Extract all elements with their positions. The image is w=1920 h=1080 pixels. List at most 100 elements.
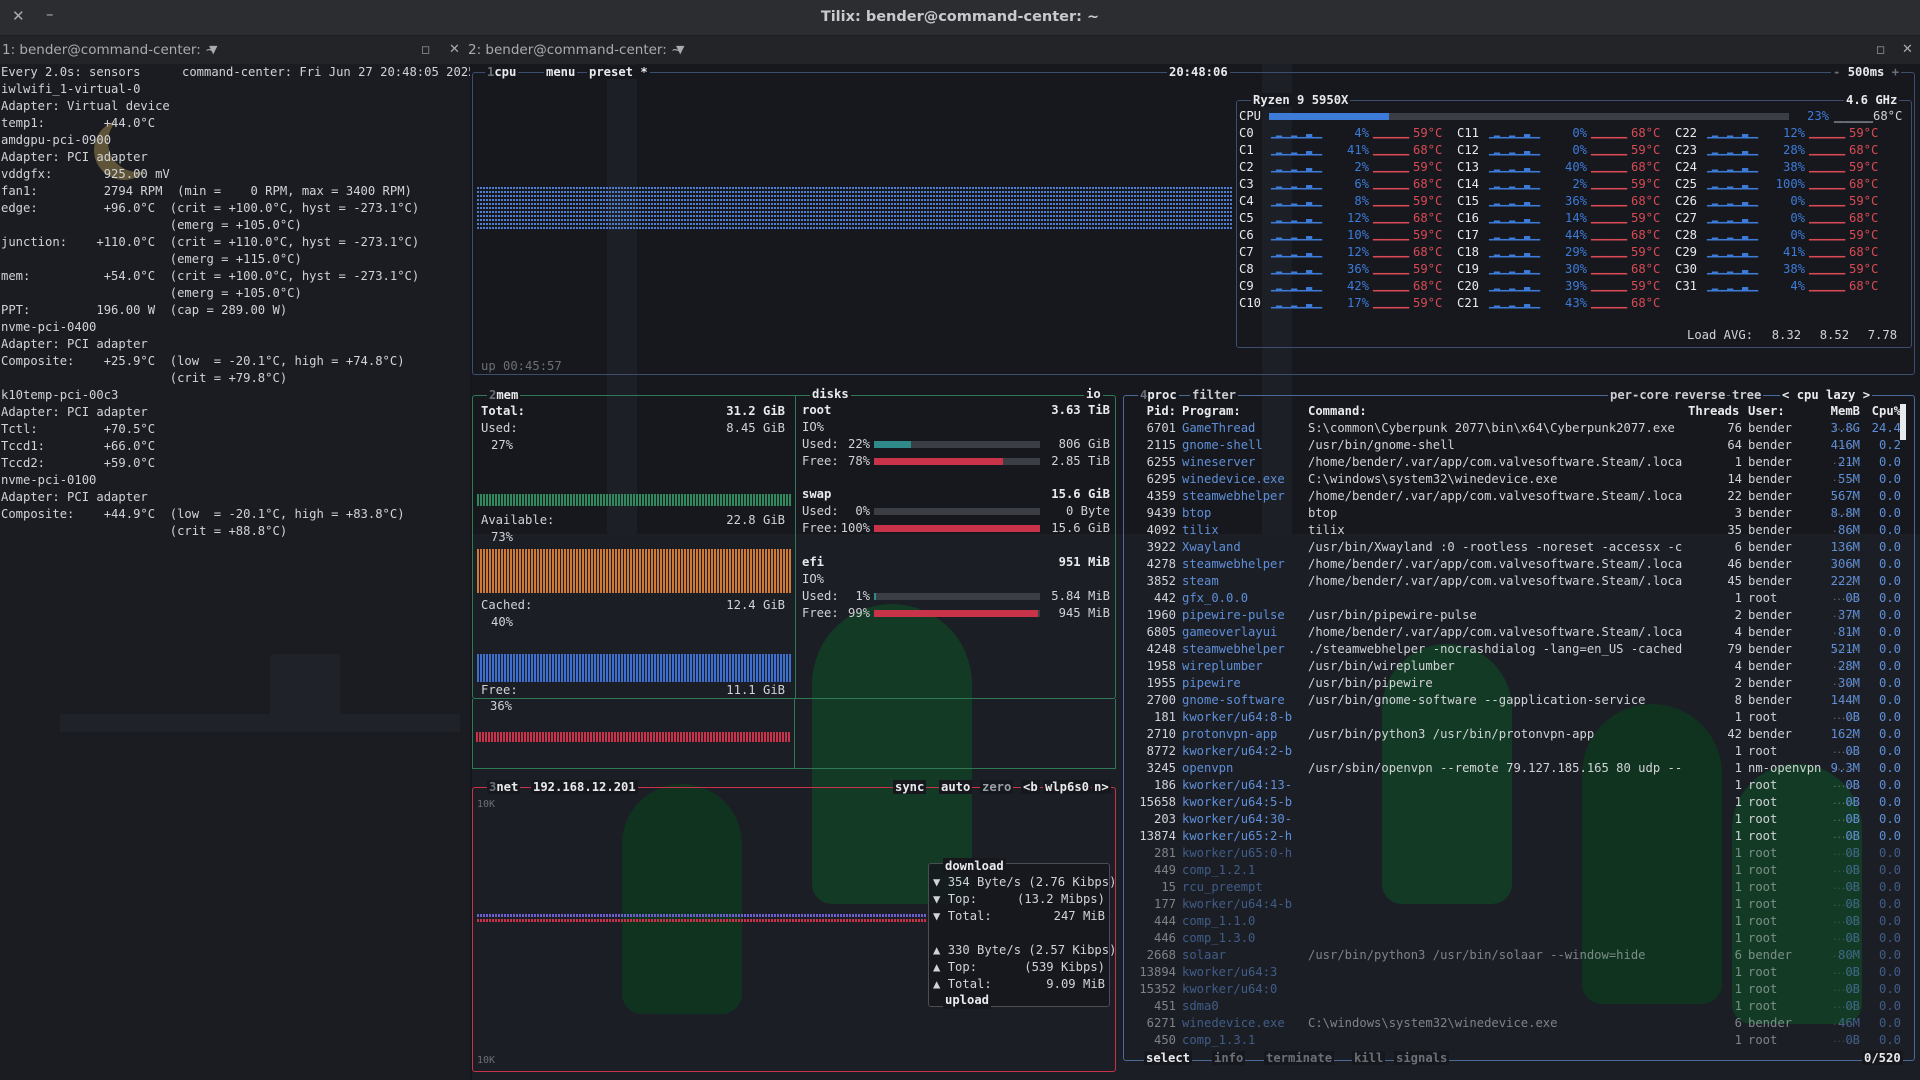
table-row[interactable]: 442 gfx_0.0.0 1 root 0B 0.0......: [1128, 590, 1901, 607]
column-header-cpu[interactable]: Cpu%: [1863, 403, 1901, 420]
chevron-down-icon[interactable]: ▼: [676, 43, 684, 56]
table-row[interactable]: 6295 winedevice.exe C:\windows\system32\wi…: [1128, 471, 1901, 488]
net-iface-prev[interactable]: <b: [1021, 780, 1040, 794]
terminal-pane-btop[interactable]: 1 cpu menu preset * 20:48:06 - 500ms + up…: [472, 64, 1920, 1080]
cell-cpu: 0.0: [1878, 625, 1901, 639]
cell-threads: 35: [1727, 523, 1742, 537]
cell-program: comp_1.1.0: [1182, 914, 1256, 928]
cell-cpu: 0.0: [1878, 710, 1901, 724]
table-row[interactable]: 3245 openvpn/usr/sbin/openvpn --remote 79…: [1128, 760, 1901, 777]
table-row[interactable]: 15352 kworker/u64:0 1 root 0B 0.0......: [1128, 981, 1901, 998]
table-row[interactable]: 13874 kworker/u65:2-hc 1 root 0B 0.0......: [1128, 828, 1901, 845]
maximize-icon[interactable]: ◻: [421, 43, 430, 56]
table-row[interactable]: 6271 winedevice.exe C:\windows\system32\wi…: [1128, 1015, 1901, 1032]
table-row[interactable]: 450 comp_1.3.1 1 root 0B 0.0......: [1128, 1032, 1901, 1049]
maximize-icon[interactable]: ◻: [1876, 43, 1885, 56]
info-button[interactable]: info: [1212, 1051, 1246, 1065]
proc-scrollbar-thumb[interactable]: [1900, 404, 1906, 440]
table-row[interactable]: 8772 kworker/u64:2-bt 1 root 0B 0.0......: [1128, 743, 1901, 760]
tab-2-label[interactable]: 2: bender@command-center: ~: [468, 42, 682, 58]
net-iface-next[interactable]: n>: [1092, 780, 1111, 794]
close-icon[interactable]: ✕: [1902, 42, 1913, 57]
cell-cpu: 0.0: [1878, 574, 1901, 588]
proc-filter-button[interactable]: filter: [1190, 388, 1239, 402]
sensor-line: Composite: +25.9°C (low = -20.1°C, high …: [1, 354, 405, 368]
sensor-line: edge: +96.0°C (crit = +100.0°C, hyst = -…: [1, 201, 420, 215]
close-icon[interactable]: ✕: [449, 42, 460, 57]
core-graph: ▁▂▁▁▂▁▁▃▁▁: [1271, 213, 1322, 224]
column-header-threads[interactable]: Threads:: [1688, 403, 1742, 420]
tab-1-label[interactable]: 1: bender@command-center: ~: [2, 42, 216, 58]
cpu-mini-graph: ......: [1832, 1035, 1859, 1045]
table-row[interactable]: 2115 gnome-shell/usr/bin/gnome-shell 64 ben…: [1128, 437, 1901, 454]
core-pct: 38%: [1782, 262, 1805, 276]
chevron-down-icon[interactable]: ▼: [209, 43, 217, 56]
column-header-program[interactable]: Program:: [1182, 403, 1292, 420]
table-row[interactable]: 2668 solaar/usr/bin/python3 /usr/bin/sola…: [1128, 947, 1901, 964]
table-row[interactable]: 2700 gnome-software/usr/bin/gnome-softwar…: [1128, 692, 1901, 709]
sort-selector[interactable]: < cpu lazy >: [1780, 388, 1873, 402]
table-row[interactable]: 9439 btop btop 3 bender 8.8M 0.0......: [1128, 505, 1901, 522]
table-row[interactable]: 13894 kworker/u64:3 1 root 0B 0.0......: [1128, 964, 1901, 981]
table-row[interactable]: 4092 tilix tilix 35 bender 86M 0.0......: [1128, 522, 1901, 539]
table-row[interactable]: 451 sdma0 1 root 0B 0.0......: [1128, 998, 1901, 1015]
cell-program: kworker/u64:8-bt: [1182, 710, 1292, 724]
table-row[interactable]: 4278 steamwebhelper/home/bender/.var/app/…: [1128, 556, 1901, 573]
net-auto-toggle[interactable]: auto: [939, 780, 973, 794]
interval-decrease[interactable]: -: [1833, 65, 1848, 79]
table-row[interactable]: 4248 steamwebhelper ./steamwebhelper -nocr…: [1128, 641, 1901, 658]
disk-free-label: Free:: [802, 606, 839, 620]
table-row[interactable]: 6255 wineserver/home/bender/.var/app/com.…: [1128, 454, 1901, 471]
mem-box-title: mem: [496, 388, 519, 402]
tree-toggle[interactable]: tree: [1730, 388, 1764, 402]
cell-command: /usr/bin/gnome-shell: [1308, 438, 1455, 452]
table-row[interactable]: 1955 pipewire/usr/bin/pipewire 2 bender 30M 0…: [1128, 675, 1901, 692]
table-row[interactable]: 1958 wireplumber/usr/bin/wireplumber 4 bend…: [1128, 658, 1901, 675]
table-row[interactable]: 281 kworker/u65:0-hc 1 root 0B 0.0......: [1128, 845, 1901, 862]
table-row[interactable]: 3852 steam/home/bender/.var/app/com.valve…: [1128, 573, 1901, 590]
table-row[interactable]: 181 kworker/u64:8-bt 1 root 0B 0.0......: [1128, 709, 1901, 726]
table-row[interactable]: 444 comp_1.1.0 1 root 0B 0.0......: [1128, 913, 1901, 930]
column-header-command[interactable]: Command:: [1308, 403, 1688, 420]
column-header-pid[interactable]: Pid:: [1128, 403, 1176, 420]
table-row[interactable]: 15658 kworker/u64:5-bt 1 root 0B 0.0......: [1128, 794, 1901, 811]
mem-box-edge: [472, 768, 1116, 769]
menu-button[interactable]: menu: [544, 65, 578, 79]
net-sync-toggle[interactable]: sync: [893, 780, 927, 794]
table-row[interactable]: 4359 steamwebhelper/home/bender/.var/app/…: [1128, 488, 1901, 505]
kill-button[interactable]: kill: [1352, 1051, 1386, 1065]
table-row[interactable]: 6701 GameThread S:\common\Cyberpunk 2077\b…: [1128, 420, 1901, 437]
table-row[interactable]: 2710 protonvpn-app/usr/bin/python3 /usr/b…: [1128, 726, 1901, 743]
column-header-mem[interactable]: MemB: [1808, 403, 1860, 420]
table-row[interactable]: 3922 Xwayland/usr/bin/Xwayland :0 -rootle…: [1128, 539, 1901, 556]
table-row[interactable]: 15 rcu_preempt 1 root 0B 0.0......: [1128, 879, 1901, 896]
interval-increase[interactable]: +: [1884, 65, 1899, 79]
table-row[interactable]: 449 comp_1.2.1 1 root 0B 0.0......: [1128, 862, 1901, 879]
per-core-toggle[interactable]: per-core: [1608, 388, 1671, 402]
signals-button[interactable]: signals: [1394, 1051, 1450, 1065]
table-row[interactable]: 177 kworker/u64:4-bt 1 root 0B 0.0......: [1128, 896, 1901, 913]
table-row[interactable]: 446 comp_1.3.0 1 root 0B 0.0......: [1128, 930, 1901, 947]
net-zero-toggle[interactable]: zero: [980, 780, 1014, 794]
reverse-toggle[interactable]: reverse: [1672, 388, 1728, 402]
cell-program: gameoverlayui: [1182, 625, 1278, 639]
cell-program: steam: [1182, 574, 1219, 588]
sort-prev-icon[interactable]: <: [1782, 388, 1797, 402]
download-top: (13.2 Mibps): [1016, 892, 1105, 906]
sort-next-icon[interactable]: >: [1855, 388, 1870, 402]
download-total: 247 MiB: [1053, 909, 1105, 923]
terminate-button[interactable]: terminate: [1264, 1051, 1335, 1065]
mem-used-value: 8.45 GiB: [726, 421, 785, 435]
preset-button[interactable]: preset *: [587, 65, 650, 79]
table-row[interactable]: 186 kworker/u64:13-b 1 root 0B 0.0......: [1128, 777, 1901, 794]
table-row[interactable]: 203 kworker/u64:30-b 1 root 0B 0.0......: [1128, 811, 1901, 828]
cell-threads: 79: [1727, 642, 1742, 656]
core-pct: 12%: [1346, 211, 1369, 225]
core-pct: 100%: [1775, 177, 1805, 191]
terminal-pane-sensors[interactable]: Every 2.0s: sensors command-center: Fri …: [0, 64, 470, 1080]
cell-pid: 6701: [1146, 421, 1176, 435]
select-button[interactable]: select: [1144, 1051, 1193, 1065]
table-row[interactable]: 6805 gameoverlayui/home/bender/.var/app/c…: [1128, 624, 1901, 641]
disks-io-toggle[interactable]: io: [1084, 387, 1103, 401]
table-row[interactable]: 1960 pipewire-pulse/usr/bin/pipewire-puls…: [1128, 607, 1901, 624]
